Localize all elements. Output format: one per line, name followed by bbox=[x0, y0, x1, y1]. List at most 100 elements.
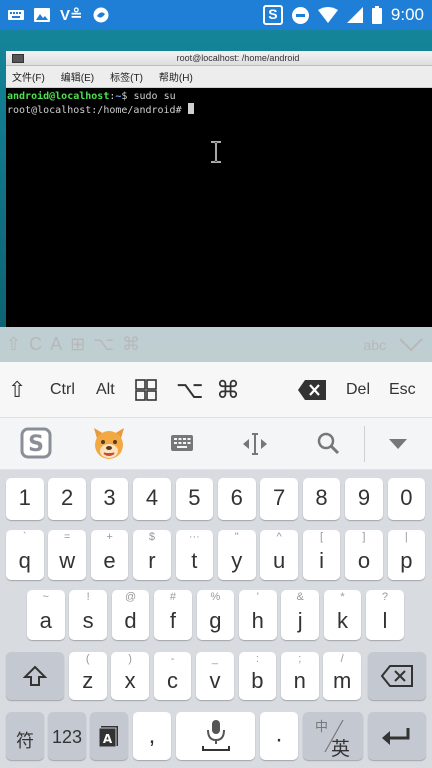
number-key-7[interactable]: 7 bbox=[260, 478, 298, 520]
key-hint-label: & bbox=[296, 591, 304, 603]
microphone-icon bbox=[202, 720, 230, 751]
letter-key-p[interactable]: | p bbox=[387, 530, 426, 580]
esc-key[interactable]: Esc bbox=[389, 381, 416, 399]
letter-key-w[interactable]: = w bbox=[48, 530, 86, 580]
letter-key-r[interactable]: $ r bbox=[133, 530, 171, 580]
key-label: z bbox=[82, 668, 94, 693]
option-key[interactable]: ⌥ bbox=[176, 376, 204, 405]
key-hint-label: @ bbox=[124, 591, 137, 603]
letter-key-o[interactable]: ] o bbox=[345, 530, 383, 580]
shift-key[interactable] bbox=[6, 652, 64, 700]
letter-key-y[interactable]: " y bbox=[218, 530, 256, 580]
key-label: 1 bbox=[18, 485, 31, 510]
search-icon[interactable] bbox=[316, 431, 340, 455]
period-key[interactable]: · bbox=[260, 712, 298, 760]
svg-text:A: A bbox=[103, 732, 113, 746]
command-key[interactable]: ⌘ bbox=[216, 376, 240, 405]
letter-key-q[interactable]: ` q bbox=[6, 530, 44, 580]
letter-key-x[interactable]: ) x bbox=[111, 652, 149, 700]
letter-key-t[interactable]: ··· t bbox=[175, 530, 214, 580]
overlay-command-key[interactable]: ⌘ bbox=[122, 334, 140, 355]
number-key-8[interactable]: 8 bbox=[302, 478, 341, 520]
menu-edit[interactable]: 编辑(E) bbox=[61, 69, 94, 84]
letter-key-c[interactable]: -c bbox=[153, 652, 192, 700]
clock: 9:00 bbox=[390, 5, 424, 24]
number-key-4[interactable]: 4 bbox=[133, 478, 171, 520]
number-key-6[interactable]: 6 bbox=[218, 478, 256, 520]
letter-key-j[interactable]: & j bbox=[281, 590, 319, 640]
menu-tabs[interactable]: 标签(T) bbox=[110, 69, 143, 84]
key-label: 9 bbox=[357, 485, 371, 510]
overlay-windows-key[interactable]: ⊞ bbox=[70, 334, 85, 355]
menu-help[interactable]: 帮助(H) bbox=[159, 69, 193, 84]
number-key-1[interactable]: 1 bbox=[6, 478, 44, 520]
windows-key-icon[interactable] bbox=[135, 379, 157, 401]
emoji-dog-icon[interactable] bbox=[90, 424, 128, 462]
terminal-console[interactable]: android@localhost:~$ sudo su root@localh… bbox=[6, 88, 432, 117]
number-key-9[interactable]: 9 bbox=[345, 478, 383, 520]
overlay-shift-key[interactable]: ⇧ bbox=[6, 334, 21, 355]
letter-key-b[interactable]: :b bbox=[238, 652, 277, 700]
backspace-key-icon[interactable] bbox=[297, 379, 327, 401]
key-label: c bbox=[167, 668, 179, 693]
letter-key-f[interactable]: # f bbox=[154, 590, 192, 640]
terminal-window[interactable]: root@localhost: /home/android 文件(F) 编辑(E… bbox=[6, 51, 432, 327]
key-label: e bbox=[103, 548, 116, 573]
letter-key-h[interactable]: ' h bbox=[239, 590, 277, 640]
key-hint-label: ' bbox=[256, 591, 259, 603]
letter-key-z[interactable]: (z bbox=[69, 652, 107, 700]
number-key-3[interactable]: 3 bbox=[90, 478, 129, 520]
number-key-2[interactable]: 2 bbox=[48, 478, 86, 520]
window-titlebar[interactable]: root@localhost: /home/android bbox=[6, 51, 432, 66]
overlay-abc-toggle[interactable]: abc bbox=[363, 337, 386, 353]
letter-key-n[interactable]: ; n bbox=[281, 652, 319, 700]
letter-key-d[interactable]: @ d bbox=[111, 590, 150, 640]
letter-key-l[interactable]: ? l bbox=[366, 590, 404, 640]
clipboard-key[interactable]: A bbox=[90, 712, 128, 760]
ctrl-key[interactable]: Ctrl bbox=[50, 381, 75, 399]
cursor-move-icon[interactable] bbox=[242, 432, 268, 456]
shift-modifier-key[interactable]: ⇧ bbox=[8, 377, 26, 403]
symbol-key[interactable]: 符 bbox=[6, 712, 44, 760]
collapse-keyboard-icon[interactable] bbox=[388, 438, 408, 450]
keyboard-layout-icon[interactable] bbox=[170, 433, 194, 453]
sogou-logo-icon[interactable]: S bbox=[20, 427, 52, 459]
alt-key[interactable]: Alt bbox=[96, 381, 115, 399]
key-label: i bbox=[319, 548, 324, 573]
language-switch-key[interactable]: 中 英 bbox=[303, 712, 363, 760]
letter-key-i[interactable]: [i bbox=[302, 530, 341, 580]
letter-key-a[interactable]: ~ a bbox=[27, 590, 65, 640]
letter-key-e[interactable]: + e bbox=[90, 530, 129, 580]
letter-key-u[interactable]: ^ u bbox=[260, 530, 298, 580]
key-label: m bbox=[332, 668, 352, 693]
overlay-option-key[interactable]: ⌥ bbox=[93, 334, 114, 355]
typed-command: $ sudo su bbox=[121, 91, 176, 102]
comma-key[interactable]: , bbox=[133, 712, 171, 760]
key-hint-label: % bbox=[210, 591, 221, 603]
key-hint-label: ? bbox=[381, 591, 388, 603]
key-label: l bbox=[382, 608, 388, 633]
clipboard-a-icon: A bbox=[98, 726, 118, 748]
notification-icons: V≗ bbox=[8, 6, 109, 24]
overlay-ctrl-key[interactable]: C bbox=[29, 334, 42, 355]
keyboard-backspace-key[interactable] bbox=[368, 652, 426, 700]
chevron-down-icon[interactable] bbox=[398, 337, 424, 353]
number-key-5[interactable]: 5 bbox=[175, 478, 214, 520]
letter-key-s[interactable]: ! s bbox=[69, 590, 107, 640]
key-hint-label: + bbox=[106, 531, 113, 543]
sogou-s-icon: S bbox=[262, 5, 283, 25]
overlay-alt-key[interactable]: A bbox=[50, 334, 62, 355]
menu-file[interactable]: 文件(F) bbox=[12, 69, 45, 84]
window-title: root@localhost: /home/android bbox=[176, 53, 300, 63]
letter-key-m[interactable]: / m bbox=[323, 652, 361, 700]
number-key-0[interactable]: 0 bbox=[387, 478, 426, 520]
key-label: o bbox=[357, 548, 371, 573]
space-voice-key[interactable] bbox=[176, 712, 255, 760]
letter-key-k[interactable]: * k bbox=[323, 590, 362, 640]
del-key[interactable]: Del bbox=[346, 381, 370, 399]
key-label: v bbox=[209, 668, 221, 693]
letter-key-v[interactable]: _ v bbox=[196, 652, 234, 700]
letter-key-g[interactable]: % g bbox=[196, 590, 235, 640]
enter-key[interactable] bbox=[368, 712, 426, 760]
numeric-key[interactable]: 123 bbox=[48, 712, 86, 760]
